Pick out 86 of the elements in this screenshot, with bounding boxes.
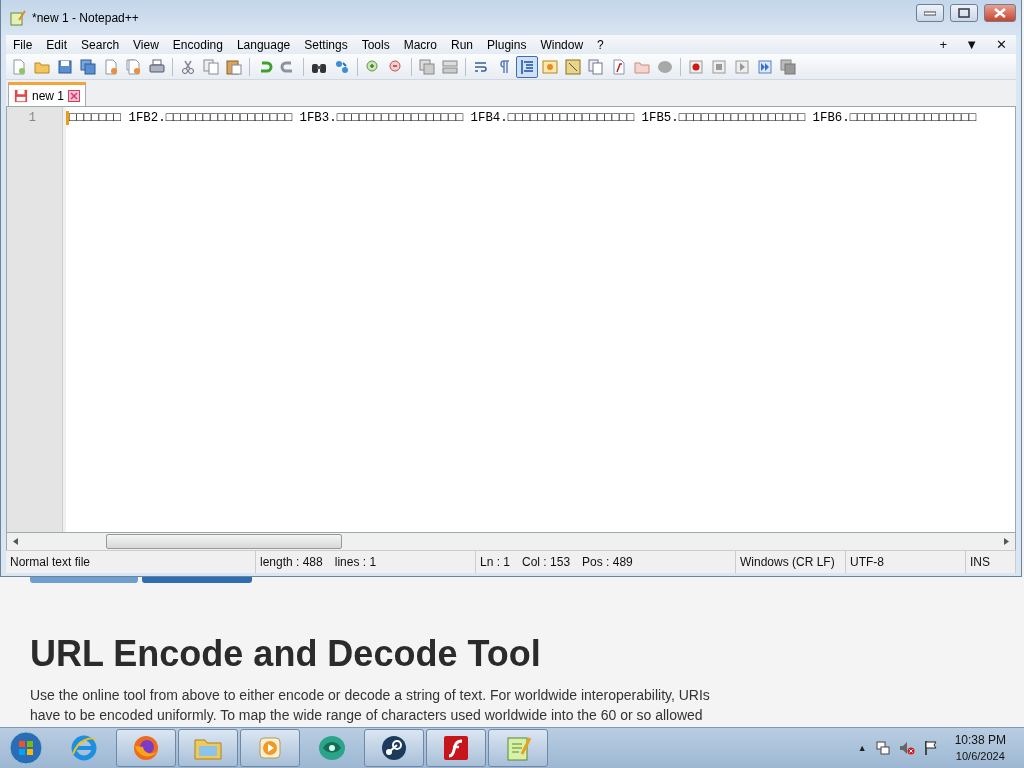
zoom-out-icon: [388, 58, 404, 75]
menu-item[interactable]: Encoding: [165, 37, 230, 52]
tray-expand-button[interactable]: ▲: [857, 743, 867, 753]
save-icon: [14, 88, 28, 103]
save-all-icon: [80, 58, 96, 75]
menu-item[interactable]: File: [6, 37, 40, 52]
line-number: 1: [27, 110, 37, 126]
sync-vertical-icon: [419, 58, 435, 75]
document-map-icon: [565, 58, 581, 75]
stop-icon: [711, 58, 727, 75]
record-icon: [688, 58, 704, 75]
indent-guide-icon: [519, 58, 535, 75]
network-icon[interactable]: [874, 740, 891, 756]
window-title: *new 1 - Notepad++: [32, 10, 140, 25]
steam-icon: [380, 734, 408, 762]
save-icon: [57, 58, 73, 75]
taskbar-app-button[interactable]: [426, 729, 486, 767]
status-text: INS: [970, 555, 990, 569]
menu-item[interactable]: Macro: [396, 37, 444, 52]
status-text: Normal text file: [10, 555, 91, 569]
document-list-icon: [588, 58, 604, 75]
scroll-left-arrow[interactable]: [13, 538, 18, 545]
close-icon[interactable]: [68, 89, 81, 102]
close-all-icon: [126, 58, 142, 75]
menu-item[interactable]: Plugins: [480, 37, 534, 52]
status-text: Pos : 489: [582, 555, 633, 569]
taskbar-app-button[interactable]: [116, 729, 176, 767]
monitor-icon: [657, 58, 673, 75]
clock-date: 10/6/2024: [955, 749, 1005, 764]
media-play-icon: [256, 734, 284, 762]
menu-item[interactable]: ?: [590, 37, 611, 52]
replace-icon: [334, 58, 350, 75]
page-heading: URL Encode and Decode Tool: [30, 633, 542, 675]
function-list-icon: [611, 58, 627, 75]
menu-item[interactable]: Run: [444, 37, 481, 52]
menu-item[interactable]: View: [126, 37, 166, 52]
language-icon: [542, 58, 558, 75]
notepad-icon: [504, 734, 532, 762]
restore-icon: [958, 7, 970, 18]
scroll-right-arrow[interactable]: [1004, 538, 1009, 545]
flag-icon[interactable]: [922, 740, 939, 756]
status-text: lines : 1: [334, 555, 377, 569]
menu-item[interactable]: Settings: [297, 37, 355, 52]
menu-bar-control[interactable]: ✕: [987, 37, 1016, 52]
close-file-icon: [103, 58, 119, 75]
menu-bar-control[interactable]: ▼: [956, 37, 987, 52]
text-caret: [66, 111, 69, 125]
scissors-icon: [180, 58, 196, 75]
clock[interactable]: 10:38 PM 10/6/2024: [954, 732, 1006, 764]
menu-item[interactable]: Tools: [354, 37, 397, 52]
new-file-icon: [11, 58, 27, 75]
play-icon: [734, 58, 750, 75]
status-text: Ln : 1: [480, 555, 511, 569]
document-tab[interactable]: new 1: [8, 82, 87, 106]
menu-item[interactable]: Language: [229, 37, 298, 52]
minimize-button[interactable]: [916, 3, 944, 22]
notepad-icon: [10, 9, 26, 26]
status-text: Windows (CR LF): [740, 555, 835, 569]
menu-item[interactable]: Window: [533, 37, 591, 52]
menu-item[interactable]: Search: [74, 37, 127, 52]
copy-icon: [203, 58, 219, 75]
paste-icon: [226, 58, 242, 75]
browser-e-icon: [70, 734, 98, 762]
close-button[interactable]: [984, 3, 1016, 22]
menu-item[interactable]: Edit: [39, 37, 75, 52]
status-text: Col : 153: [522, 555, 571, 569]
zoom-in-icon: [365, 58, 381, 75]
clock-time: 10:38 PM: [954, 732, 1006, 748]
taskbar-app-button[interactable]: [364, 729, 424, 767]
flash-icon: [442, 734, 470, 762]
menu-bar-control[interactable]: +: [930, 37, 957, 52]
scroll-thumb[interactable]: [106, 534, 342, 549]
fast-forward-icon: [757, 58, 773, 75]
save-macro-icon: [780, 58, 796, 75]
print-icon: [149, 58, 165, 75]
page-paragraph: Use the online tool from above to either encode or decode a string of text. For worldwide interoperability, URIs have to be encoded uniformly. To map the wide range of characters used worldwide into the 60 or so allowed: [30, 686, 711, 725]
sync-horizontal-icon: [442, 58, 458, 75]
status-text: UTF-8: [850, 555, 884, 569]
code-line: □□□□□□□ 1FB2.□□□□□□□□□□□□□□□□□ 1FB3.□□□□□□□□□□□□□□□□□ 1FB4.□□□□□□□□□□□□□□□□□ 1FB5.□□□□□□□□□□□□□□□□□ 1FB6.□□□□□□□□□□□□□□□□□: [69, 111, 977, 126]
close-icon: [994, 7, 1006, 18]
status-text: length : 488: [260, 555, 323, 569]
windows-orb-icon: [9, 731, 43, 765]
minimize-icon: [924, 9, 936, 16]
speaker-muted-icon[interactable]: [898, 740, 915, 756]
restore-button[interactable]: [950, 3, 978, 22]
fox-globe-icon: [132, 734, 160, 762]
